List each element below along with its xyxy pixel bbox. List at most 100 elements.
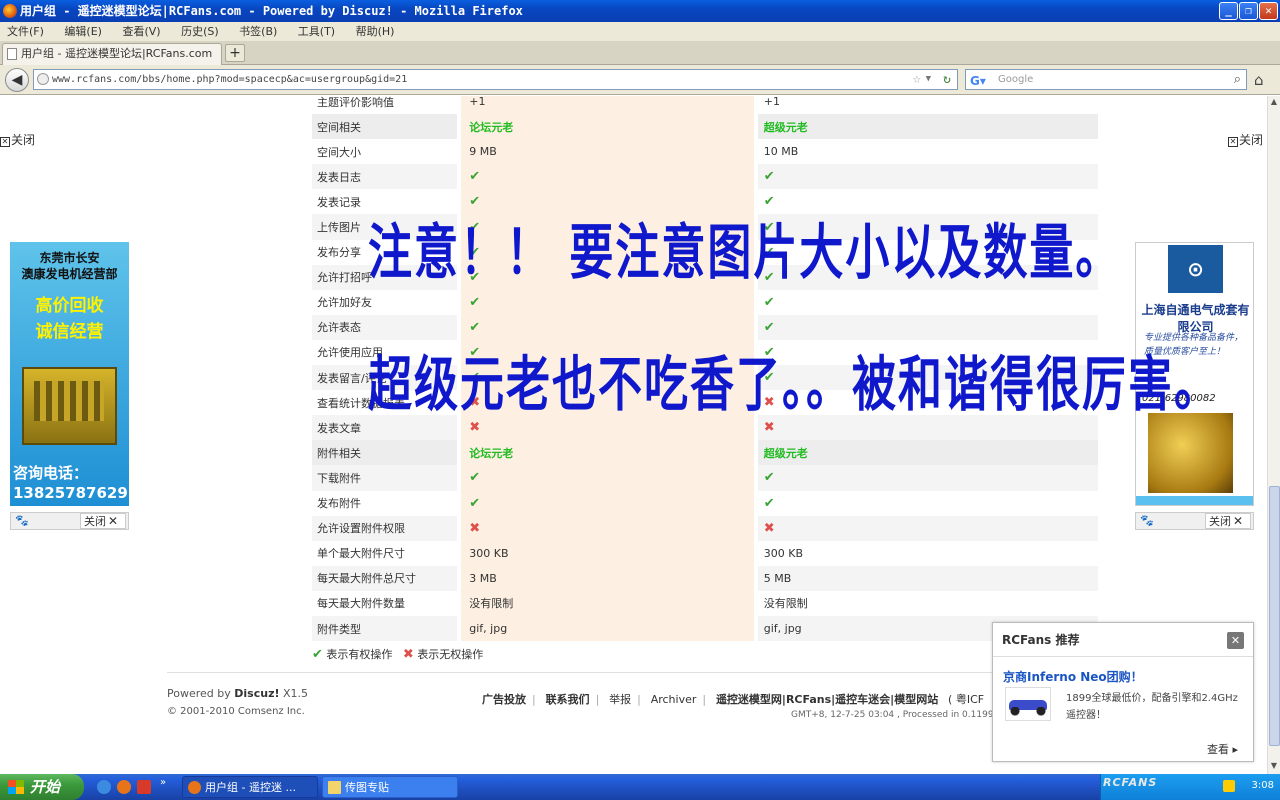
left-ad-close-button[interactable]: 关闭 ✕: [80, 513, 126, 529]
close-window-button[interactable]: ✕: [1259, 2, 1278, 20]
minimize-button[interactable]: _: [1219, 2, 1238, 20]
search-icon[interactable]: ⌕: [1234, 70, 1241, 89]
overlay-note-1: 注意！！ 要注意图片大小以及数量。: [368, 218, 1122, 288]
page-icon: [7, 48, 17, 60]
menu-history[interactable]: 历史(S): [181, 25, 219, 38]
back-button[interactable]: ◀: [5, 68, 29, 92]
company-logo: ⊙: [1168, 245, 1223, 293]
row-label: 空间大小: [317, 145, 361, 159]
menu-edit[interactable]: 编辑(E): [64, 25, 102, 38]
app-quicklaunch-icon[interactable]: [137, 780, 151, 794]
row-label: 发表文章: [317, 421, 361, 435]
paw-icon: 🐾: [1140, 514, 1154, 527]
row-label: 发表记录: [317, 195, 361, 209]
table-section-row: 空间相关 论坛元老 超级元老: [312, 114, 1098, 140]
right-ad-close-button[interactable]: 关闭 ✕: [1205, 513, 1251, 529]
check-icon: ✔: [763, 470, 775, 486]
denied-icon: ✖: [402, 647, 414, 662]
cell-super-veteran: +1: [763, 96, 780, 109]
cell-forum-veteran: 300 KB: [469, 546, 509, 560]
row-label: 每天最大附件总尺寸: [317, 572, 416, 586]
shield-icon[interactable]: [1223, 780, 1235, 792]
popup-title-link[interactable]: 京商Inferno Neo团购！: [1003, 668, 1143, 685]
cross-icon: ✖: [469, 520, 481, 536]
legend-allowed: 表示有权操作: [326, 648, 393, 661]
scroll-down-icon[interactable]: ▼: [1268, 760, 1280, 772]
site-identity-icon[interactable]: [37, 73, 49, 85]
taskbar: 开始 » 用户组 - 遥控迷 ... 传图专贴 RCFANS 3:08: [0, 774, 1280, 800]
footer-link-contact[interactable]: 联系我们: [546, 693, 590, 706]
footer-links: 广告投放 | 联系我们 | 举报 | Archiver | 遥控迷模型网|RCFans|…: [482, 693, 985, 706]
row-label: 主题评价影响值: [317, 96, 394, 109]
legend-denied: 表示无权操作: [417, 648, 484, 661]
new-tab-button[interactable]: +: [225, 44, 245, 62]
check-icon: ✔: [469, 470, 481, 486]
reload-icon[interactable]: ↻: [943, 70, 951, 89]
permission-legend: ✔ 表示有权操作 ✖ 表示无权操作: [312, 646, 483, 662]
scroll-up-icon[interactable]: ▲: [1268, 96, 1280, 108]
tab-label: 用户组 - 遥控迷模型论坛|RCFans.com: [21, 47, 213, 60]
table-section-row: 附件相关 论坛元老 超级元老: [312, 440, 1098, 466]
ie-quicklaunch-icon[interactable]: [97, 780, 111, 794]
check-icon: ✔: [469, 169, 481, 185]
cell-forum-veteran: 3 MB: [469, 571, 497, 585]
table-row: 主题评价影响值 +1 +1: [312, 96, 1098, 115]
row-label: 允许表态: [317, 321, 361, 335]
tab-usergroup[interactable]: 用户组 - 遥控迷模型论坛|RCFans.com: [2, 43, 222, 65]
search-bar[interactable]: G▾ Google ⌕: [965, 69, 1247, 90]
discuz-link[interactable]: Discuz!: [234, 687, 279, 700]
check-icon: ✔: [469, 319, 481, 335]
cross-icon: ✖: [763, 420, 775, 436]
menu-file[interactable]: 文件(F): [7, 25, 44, 38]
home-icon[interactable]: ⌂: [1254, 71, 1264, 89]
clock: 3:08: [1251, 780, 1274, 791]
table-row: 单个最大附件尺寸 300 KB 300 KB: [312, 540, 1098, 566]
menu-help[interactable]: 帮助(H): [356, 25, 395, 38]
task-firefox-window[interactable]: 用户组 - 遥控迷 ...: [182, 776, 318, 798]
rcfans-watermark: RCFANS: [1103, 776, 1158, 789]
maximize-button[interactable]: ❐: [1239, 2, 1258, 20]
cell-forum-veteran: 没有限制: [469, 597, 514, 611]
row-label: 允许设置附件权限: [317, 522, 405, 536]
processing-info: GMT+8, 12-7-25 03:04 , Processed in 0.11…: [791, 710, 1000, 720]
left-ad-close-link[interactable]: ✕ 关闭: [0, 131, 35, 148]
footer-link-archiver[interactable]: Archiver: [651, 693, 697, 706]
quicklaunch-more-icon[interactable]: »: [160, 777, 166, 788]
folder-task-icon: [328, 781, 341, 794]
rc-car-image[interactable]: [1005, 687, 1051, 721]
firefox-icon: [3, 4, 17, 18]
table-row: 允许设置附件权限 ✖ ✖: [312, 515, 1098, 541]
right-ad-close-link[interactable]: ✕ 关闭: [1228, 131, 1263, 148]
cell-forum-veteran: 论坛元老: [469, 446, 514, 460]
vertical-scrollbar[interactable]: ▲ ▼: [1267, 96, 1280, 774]
navigation-bar: ◀ www.rcfans.com/bbs/home.php?mod=spacec…: [0, 65, 1280, 95]
cell-super-veteran: 10 MB: [763, 145, 799, 159]
row-label: 每天最大附件数量: [317, 597, 405, 611]
footer-link-report[interactable]: 举报: [609, 693, 631, 706]
footer-icp: ( 粤ICF: [948, 693, 985, 706]
cell-super-veteran: 超级元老: [763, 446, 808, 460]
start-button[interactable]: 开始: [0, 774, 84, 800]
google-engine-icon[interactable]: G▾: [970, 72, 986, 91]
popup-close-icon[interactable]: ✕: [1227, 632, 1244, 649]
left-ad-bar: 🐾 关闭 ✕: [10, 512, 129, 530]
popup-view-link[interactable]: 查看 ▸: [1207, 741, 1238, 757]
footer-link-site[interactable]: 遥控迷模型网|RCFans|遥控车迷会|模型网站: [716, 693, 938, 706]
firefox-quicklaunch-icon[interactable]: [117, 780, 131, 794]
left-generator-ad[interactable]: 东莞市长安 澳康发电机经营部 高价回收 诚信经营 咨询电话： 13825787629: [10, 242, 129, 506]
check-icon: ✔: [763, 169, 775, 185]
url-bar[interactable]: www.rcfans.com/bbs/home.php?mod=spacecp&…: [33, 69, 958, 90]
gear-parts-image: [1148, 413, 1233, 493]
row-label: 允许加好友: [317, 296, 372, 310]
footer-link-ads[interactable]: 广告投放: [482, 693, 526, 706]
menu-view[interactable]: 查看(V): [122, 25, 160, 38]
menu-bookmarks[interactable]: 书签(B): [239, 25, 277, 38]
scroll-thumb[interactable]: [1269, 486, 1280, 746]
row-label: 发布分享: [317, 246, 361, 260]
copyright: © 2001-2010 Comsenz Inc.: [167, 706, 305, 717]
url-history-dropdown-icon[interactable]: ▼: [926, 70, 931, 89]
menu-tools[interactable]: 工具(T): [298, 25, 335, 38]
row-label: 允许打招呼: [317, 271, 372, 285]
bookmark-star-icon[interactable]: ☆: [913, 70, 921, 89]
task-folder-window[interactable]: 传图专贴: [322, 776, 458, 798]
